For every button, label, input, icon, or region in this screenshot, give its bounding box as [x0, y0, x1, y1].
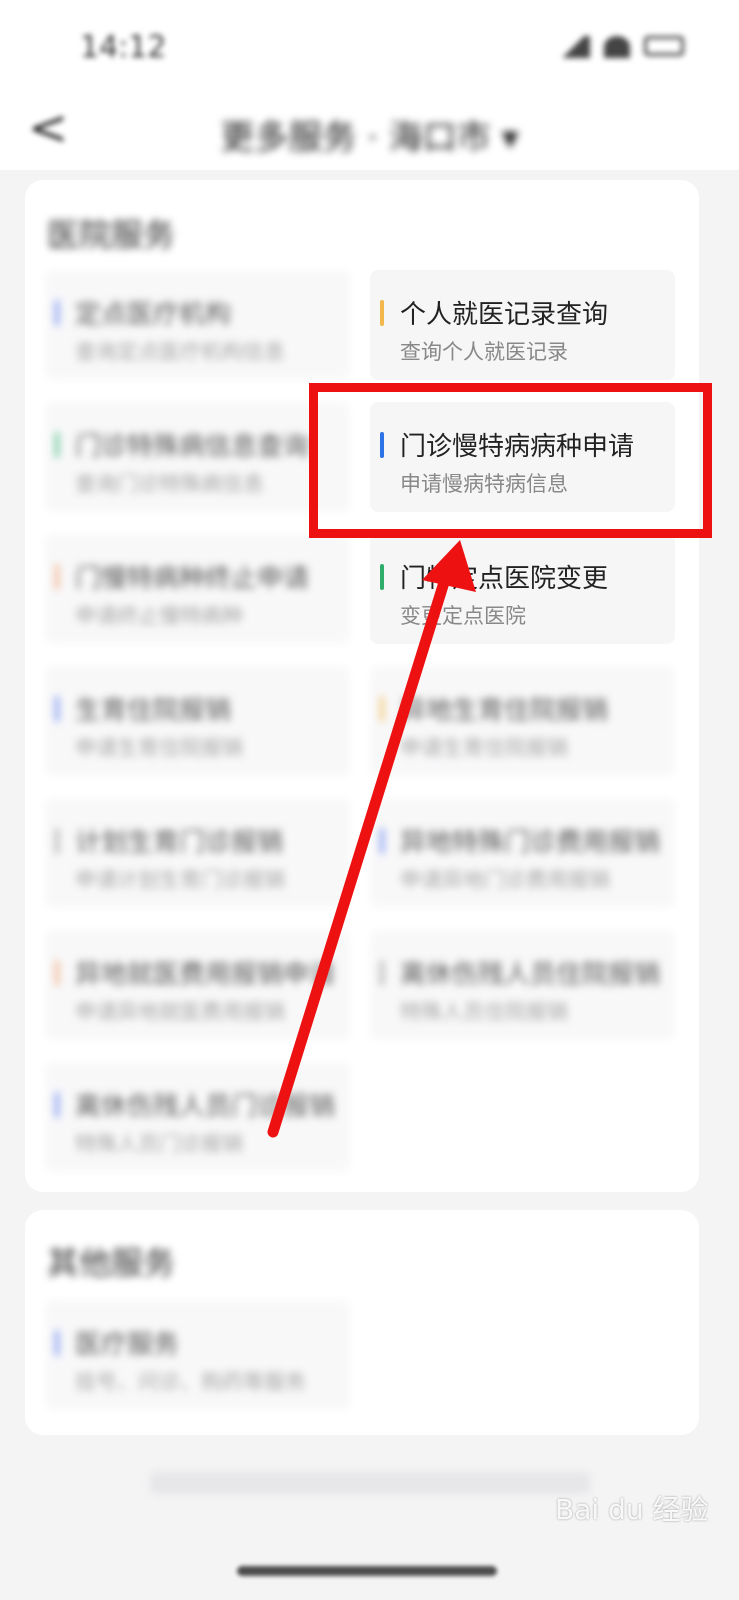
home-indicator[interactable] [237, 1566, 497, 1576]
watermark: Bai du 经验 [555, 1493, 709, 1526]
annotation-arrow [267, 540, 476, 1138]
